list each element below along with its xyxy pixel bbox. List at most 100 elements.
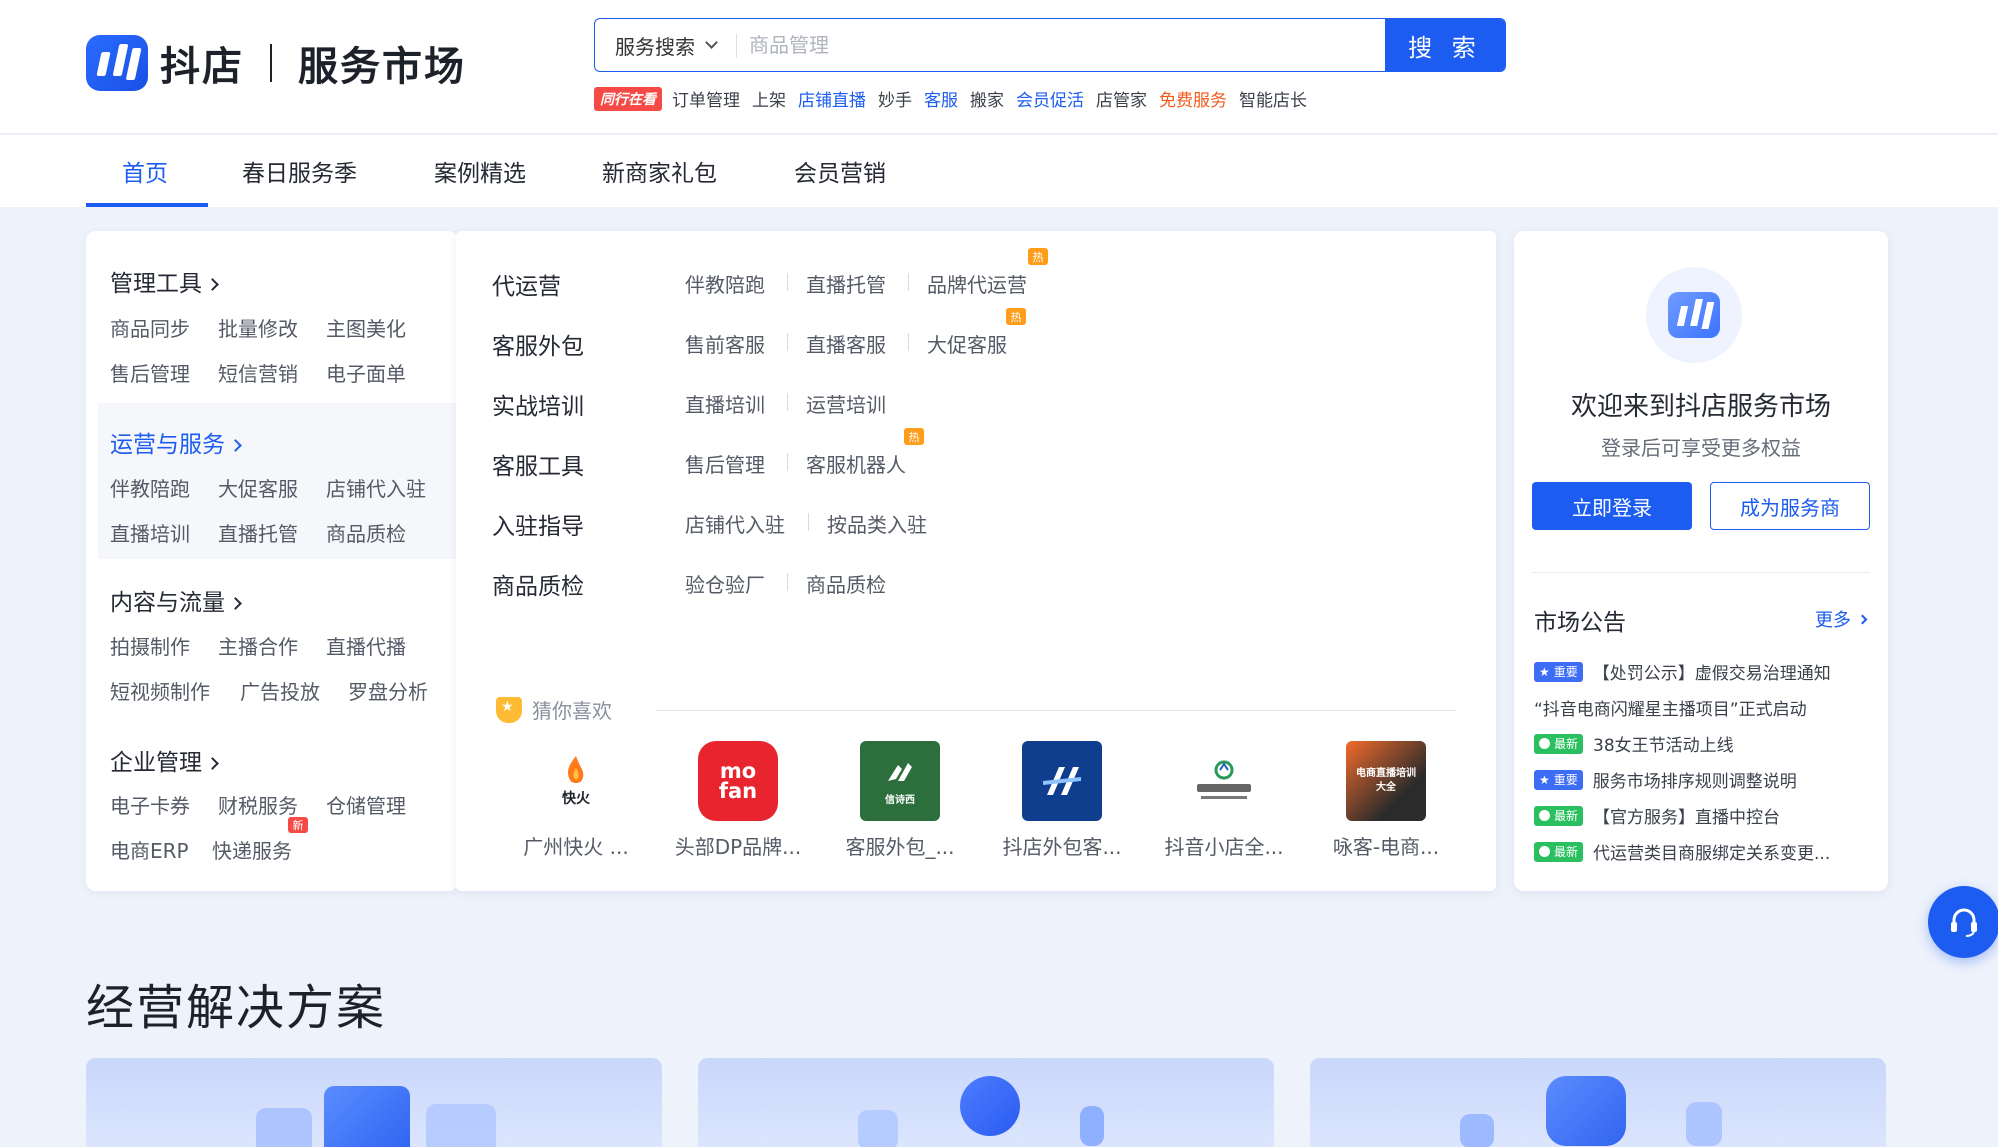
category-title[interactable]: 管理工具 bbox=[110, 264, 219, 298]
category-link[interactable]: 直播培训 bbox=[110, 518, 190, 547]
login-button[interactable]: 立即登录 bbox=[1532, 482, 1692, 530]
category-link[interactable]: 拍摄制作 bbox=[110, 631, 190, 660]
brand-name: 抖店 bbox=[160, 44, 244, 90]
chevron-right-icon bbox=[1857, 614, 1868, 624]
sub-link[interactable]: 伴教陪跑 bbox=[685, 269, 765, 298]
solution-card[interactable] bbox=[698, 1058, 1274, 1147]
category-link[interactable]: 售后管理 bbox=[110, 358, 190, 387]
category-link[interactable]: 直播代播 bbox=[326, 631, 406, 660]
notice-item[interactable]: 最新 代运营类目商服绑定关系变更... bbox=[1534, 839, 1874, 864]
hotword-link[interactable]: 妙手 bbox=[878, 86, 912, 111]
latest-tag: 最新 bbox=[1534, 841, 1584, 862]
clock-icon bbox=[1539, 810, 1550, 821]
hotword-link[interactable]: 会员促活 bbox=[1016, 86, 1084, 111]
hotword-link[interactable]: 免费服务 bbox=[1159, 86, 1227, 111]
customer-service-button[interactable] bbox=[1928, 886, 1998, 958]
category-link[interactable]: 电子卡券 bbox=[110, 790, 190, 819]
nav-item-home[interactable]: 首页 bbox=[122, 135, 168, 207]
product-card[interactable]: 电商直播培训大全 咏客-电商... bbox=[1306, 741, 1466, 860]
category-title[interactable]: 内容与流量 bbox=[110, 583, 242, 617]
sub-link[interactable]: 验仓验厂 bbox=[685, 569, 765, 598]
doudian-logo-icon bbox=[1668, 292, 1720, 338]
nav-item-spring-season[interactable]: 春日服务季 bbox=[242, 135, 357, 207]
category-link[interactable]: 财税服务 bbox=[218, 790, 298, 819]
product-card[interactable]: 快火 广州快火 ... bbox=[496, 741, 656, 860]
hotword-link[interactable]: 店铺直播 bbox=[798, 86, 866, 111]
category-link[interactable]: 商品质检 bbox=[326, 518, 406, 547]
category-link[interactable]: 电子面单 bbox=[326, 358, 406, 387]
chevron-right-icon bbox=[229, 597, 242, 610]
sub-link[interactable]: 品牌代运营 bbox=[927, 269, 1027, 298]
row-title-agency-operation: 代运营 bbox=[492, 274, 561, 300]
notice-item[interactable]: “抖音电商闪耀星主播项目”正式启动 bbox=[1534, 695, 1874, 720]
solution-card[interactable] bbox=[86, 1058, 662, 1147]
hotword-link[interactable]: 客服 bbox=[924, 86, 958, 111]
become-provider-button[interactable]: 成为服务商 bbox=[1710, 482, 1870, 530]
solution-card[interactable] bbox=[1310, 1058, 1886, 1147]
sub-link[interactable]: 直播培训 bbox=[685, 389, 765, 418]
category-link[interactable]: 伴教陪跑 bbox=[110, 473, 190, 502]
sub-link[interactable]: 运营培训 bbox=[806, 389, 886, 418]
category-link[interactable]: 直播托管 bbox=[218, 518, 298, 547]
category-link[interactable]: 短视频制作 bbox=[110, 676, 210, 705]
category-link[interactable]: 批量修改 bbox=[218, 313, 298, 342]
product-card[interactable]: 信诗西 客服外包_... bbox=[820, 741, 980, 860]
separator bbox=[908, 273, 909, 291]
hotword-link[interactable]: 店管家 bbox=[1096, 86, 1147, 111]
category-link[interactable]: 快递服务 bbox=[212, 835, 292, 864]
search-input[interactable] bbox=[737, 19, 1385, 71]
category-link[interactable]: 主图美化 bbox=[326, 313, 406, 342]
product-card[interactable]: 抖音小店全... bbox=[1144, 741, 1304, 860]
category-link[interactable]: 广告投放 bbox=[240, 676, 320, 705]
category-title[interactable]: 企业管理 bbox=[110, 743, 219, 777]
sub-link[interactable]: 售后管理 bbox=[685, 449, 765, 478]
separator bbox=[787, 573, 788, 591]
notice-item[interactable]: 最新 【官方服务】直播中控台 bbox=[1534, 803, 1874, 828]
sub-link[interactable]: 客服机器人 bbox=[806, 449, 906, 478]
category-link[interactable]: 电商ERP bbox=[110, 835, 189, 864]
category-link[interactable]: 短信营销 bbox=[218, 358, 298, 387]
category-link[interactable]: 仓储管理 bbox=[326, 790, 406, 819]
hotword-link[interactable]: 智能店长 bbox=[1239, 86, 1307, 111]
category-link[interactable]: 商品同步 bbox=[110, 313, 190, 342]
notice-item[interactable]: 最新 38女王节活动上线 bbox=[1534, 731, 1874, 756]
category-link[interactable]: 主播合作 bbox=[218, 631, 298, 660]
category-link[interactable]: 店铺代入驻 bbox=[326, 473, 426, 502]
sub-link[interactable]: 按品类入驻 bbox=[827, 509, 927, 538]
welcome-subtitle: 登录后可享受更多权益 bbox=[1601, 436, 1801, 460]
search-button[interactable]: 搜 索 bbox=[1385, 19, 1505, 71]
sub-link[interactable]: 店铺代入驻 bbox=[685, 509, 785, 538]
avatar bbox=[1646, 267, 1742, 363]
nav-item-member-marketing[interactable]: 会员营销 bbox=[794, 135, 886, 207]
product-card[interactable]: mo fan 头部DP品牌... bbox=[658, 741, 818, 860]
product-card[interactable]: 抖店外包客... bbox=[982, 741, 1142, 860]
notice-item[interactable]: ★ 重要 【处罚公示】虚假交易治理通知 bbox=[1534, 659, 1874, 684]
separator bbox=[908, 333, 909, 351]
sub-link[interactable]: 直播客服 bbox=[806, 329, 886, 358]
notice-item[interactable]: ★ 重要 服务市场排序规则调整说明 bbox=[1534, 767, 1874, 792]
notice-title: 市场公告 bbox=[1534, 610, 1626, 636]
hotword-link[interactable]: 上架 bbox=[752, 86, 786, 111]
brand-mark-icon bbox=[1197, 760, 1251, 799]
sub-link[interactable]: 售前客服 bbox=[685, 329, 765, 358]
category-link[interactable]: 罗盘分析 bbox=[348, 676, 428, 705]
row-title-cs-outsourcing: 客服外包 bbox=[492, 334, 584, 360]
hotword-link[interactable]: 订单管理 bbox=[672, 86, 740, 111]
nav-item-cases[interactable]: 案例精选 bbox=[434, 135, 526, 207]
search-scope-select[interactable]: 服务搜索 bbox=[595, 19, 737, 71]
important-tag: ★ 重要 bbox=[1534, 661, 1583, 682]
plant-illustration-icon bbox=[1686, 1102, 1722, 1146]
flame-icon bbox=[568, 756, 584, 783]
category-link[interactable]: 大促客服 bbox=[218, 473, 298, 502]
sub-link[interactable]: 商品质检 bbox=[806, 569, 886, 598]
separator bbox=[787, 453, 788, 471]
hotword-link[interactable]: 搬家 bbox=[970, 86, 1004, 111]
logo[interactable]: 抖店 服务市场 bbox=[86, 34, 466, 92]
category-content-traffic: 内容与流量 拍摄制作 主播合作 直播代播 短视频制作 广告投放 罗盘分析 bbox=[86, 561, 458, 721]
sub-link[interactable]: 大促客服 bbox=[927, 329, 1007, 358]
category-title[interactable]: 运营与服务 bbox=[110, 425, 242, 459]
guess-divider bbox=[656, 710, 1456, 711]
nav-item-new-merchant-pack[interactable]: 新商家礼包 bbox=[602, 135, 717, 207]
sub-link[interactable]: 直播托管 bbox=[806, 269, 886, 298]
notice-more-link[interactable]: 更多 bbox=[1815, 606, 1868, 632]
